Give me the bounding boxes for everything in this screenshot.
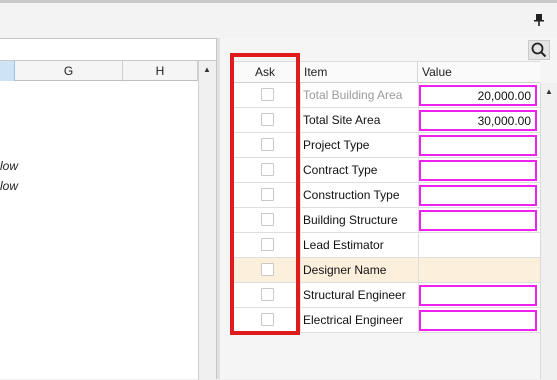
header-value[interactable]: Value [419, 62, 539, 83]
item-label: Structural Engineer [301, 283, 419, 307]
value-field[interactable] [419, 235, 537, 256]
top-toolbar [0, 0, 557, 38]
spreadsheet-vertical-scrollbar[interactable]: ▲ [198, 61, 216, 380]
value-field[interactable] [419, 160, 537, 181]
item-label: Contract Type [301, 158, 419, 182]
ask-column-highlight-box [230, 53, 300, 335]
properties-vertical-scrollbar[interactable]: ▲ [540, 83, 557, 379]
sheet-cell-text[interactable]: low [0, 159, 18, 173]
item-label: Project Type [301, 133, 419, 157]
value-field[interactable] [419, 310, 537, 331]
column-header-g[interactable]: G [15, 61, 123, 81]
header-item[interactable]: Item [301, 62, 418, 83]
item-label: Lead Estimator [301, 233, 419, 257]
column-header-h[interactable]: H [123, 61, 198, 81]
value-field[interactable] [419, 210, 537, 231]
value-field[interactable] [419, 260, 537, 281]
spreadsheet-pane: G H low low ▲ [0, 38, 216, 380]
scroll-up-arrow-icon[interactable]: ▲ [543, 86, 555, 98]
item-label: Electrical Engineer [301, 308, 419, 332]
search-button[interactable] [528, 40, 550, 60]
search-icon [531, 42, 547, 58]
item-label: Building Structure [301, 208, 419, 232]
item-label: Designer Name [301, 258, 419, 282]
item-label: Construction Type [301, 183, 419, 207]
item-label: Total Building Area [301, 83, 419, 107]
value-field[interactable] [419, 285, 537, 306]
value-field[interactable]: 30,000.00 [419, 110, 537, 131]
formula-bar[interactable] [0, 39, 216, 61]
value-field[interactable] [419, 135, 537, 156]
value-field[interactable] [419, 185, 537, 206]
sheet-cell-text[interactable]: low [0, 179, 18, 193]
item-label: Total Site Area [301, 108, 419, 132]
scroll-up-arrow-icon[interactable]: ▲ [201, 64, 213, 76]
value-field[interactable]: 20,000.00 [419, 85, 537, 106]
column-header-row: G H [0, 61, 198, 81]
column-header-selected[interactable] [0, 61, 15, 81]
pin-icon[interactable] [533, 14, 545, 26]
